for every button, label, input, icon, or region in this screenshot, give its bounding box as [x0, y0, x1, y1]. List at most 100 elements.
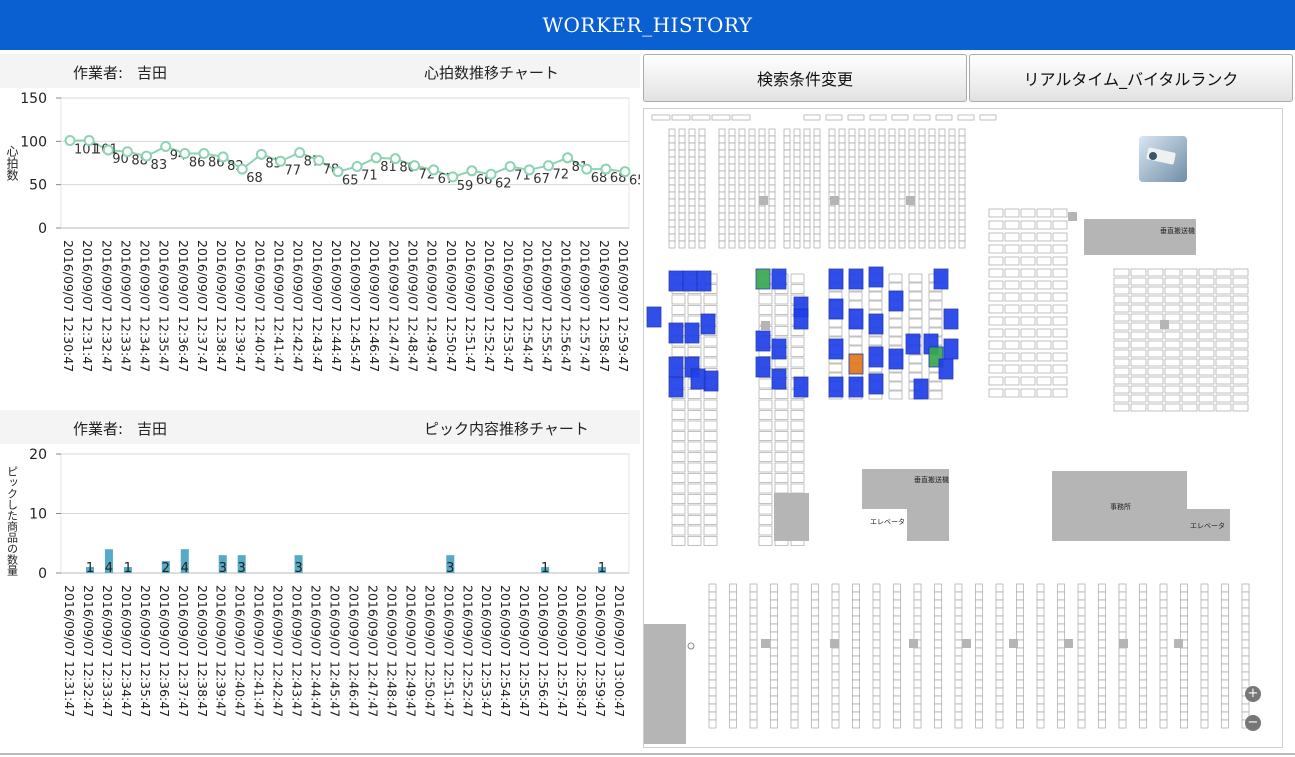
rack-cell — [868, 135, 876, 144]
x-tick-label: 2016/09/07 12:56:47 — [536, 585, 551, 717]
rack-cell — [1036, 607, 1045, 617]
rack-cell — [878, 226, 886, 235]
rack-cell — [1159, 647, 1168, 657]
worker-name: 吉田 — [137, 64, 168, 82]
rack-cell — [928, 170, 936, 179]
rack-cell — [995, 695, 1004, 705]
rack-cell — [898, 170, 906, 179]
rack-cell — [872, 695, 881, 705]
rack-cell — [729, 599, 737, 609]
rack-cell — [671, 494, 686, 504]
rack-cell — [1215, 286, 1232, 295]
search-condition-change-button[interactable]: 検索条件変更 — [643, 54, 967, 102]
rack-cell — [975, 639, 983, 649]
rack-cell — [749, 607, 758, 617]
rack-cell — [1016, 599, 1024, 609]
rack-cell — [774, 410, 789, 420]
zoom-out-button[interactable]: − — [1245, 715, 1261, 731]
rack-cell — [913, 591, 922, 601]
rack-cell — [908, 354, 923, 364]
rack-cell — [1057, 591, 1065, 601]
rack-cell — [1113, 358, 1130, 367]
rack-cell — [668, 184, 676, 193]
rack-cell — [1020, 244, 1036, 254]
rack-cell — [1241, 663, 1250, 673]
rack-cell — [729, 647, 737, 657]
rack-cell — [708, 671, 717, 681]
rack-cell — [958, 226, 966, 235]
rack-highlight — [759, 196, 768, 205]
rack-cell — [1130, 367, 1147, 376]
rack-cell — [893, 663, 901, 673]
rack-cell — [708, 719, 717, 729]
rack-cell — [995, 655, 1004, 665]
rack-cell — [1147, 376, 1164, 385]
rack-cell — [831, 711, 840, 721]
rack-cell — [718, 226, 726, 235]
rack-cell — [938, 233, 946, 242]
rack-cell — [958, 163, 966, 172]
rack-cell — [958, 191, 966, 200]
rack-cell — [858, 226, 866, 235]
rack-cell — [749, 711, 758, 721]
rack-cell — [868, 291, 883, 301]
rack-cell — [1180, 631, 1188, 641]
rack-cell — [954, 639, 963, 649]
x-tick-label: 2016/09/07 12:59:47 — [616, 240, 631, 372]
heart-chart-title: 心拍数推移チャート — [424, 64, 559, 82]
rack-cell — [728, 198, 736, 207]
rack-cell — [1004, 292, 1020, 302]
rack-cell — [718, 170, 726, 179]
rack-cell — [1098, 591, 1106, 601]
rack-cell — [1036, 208, 1052, 218]
rack-cell — [1232, 277, 1249, 286]
rack-cell — [688, 170, 696, 179]
rack-cell — [948, 212, 956, 221]
rack-label-box — [825, 114, 843, 121]
y-tick-label: 100 — [20, 134, 47, 150]
rack-cell — [1180, 703, 1188, 713]
rack-cell — [793, 212, 801, 221]
rack-cell — [954, 679, 963, 689]
camera-icon[interactable] — [1139, 136, 1187, 182]
rack-cell — [793, 135, 801, 144]
rack-cell — [770, 703, 778, 713]
rack-cell — [687, 305, 702, 315]
rack-cell — [678, 219, 686, 228]
rack-cell — [878, 212, 886, 221]
rack-cell — [975, 591, 983, 601]
rack-cell — [1118, 591, 1127, 601]
rack-cell — [898, 163, 906, 172]
rack-cell — [758, 473, 773, 483]
rack-cell — [1159, 623, 1168, 633]
rack-cell — [1180, 719, 1188, 729]
rack-cell — [1130, 286, 1147, 295]
rack-cell — [748, 184, 756, 193]
rack-cell — [938, 184, 946, 193]
rack-cell — [954, 583, 963, 593]
worker-marker — [668, 270, 684, 292]
rack-cell — [1036, 256, 1052, 266]
rack-cell — [1232, 304, 1249, 313]
rack-cell — [770, 663, 778, 673]
rack-cell — [954, 663, 963, 673]
rack-cell — [858, 205, 866, 214]
rack-cell — [708, 599, 717, 609]
rack-cell — [1036, 232, 1052, 242]
warehouse-map[interactable]: エレベータ エレベータ 事務所 垂直搬送機 垂直搬送機 + − — [643, 108, 1283, 748]
rack-cell — [928, 381, 943, 391]
rack-cell — [1057, 607, 1065, 617]
realtime-vital-rank-button[interactable]: リアルタイム_バイタルランク — [969, 54, 1293, 102]
rack-cell — [852, 639, 860, 649]
rack-cell — [1200, 615, 1209, 625]
rack-cell — [671, 420, 686, 431]
rack-cell — [698, 205, 706, 214]
rack-cell — [783, 128, 791, 137]
rack-cell — [938, 205, 946, 214]
rack-cell — [1036, 639, 1045, 649]
rack-cell — [838, 191, 846, 200]
zoom-in-button[interactable]: + — [1245, 686, 1261, 702]
rack-cell — [1180, 623, 1188, 633]
rack-cell — [703, 483, 718, 494]
rack-cell — [838, 184, 846, 193]
